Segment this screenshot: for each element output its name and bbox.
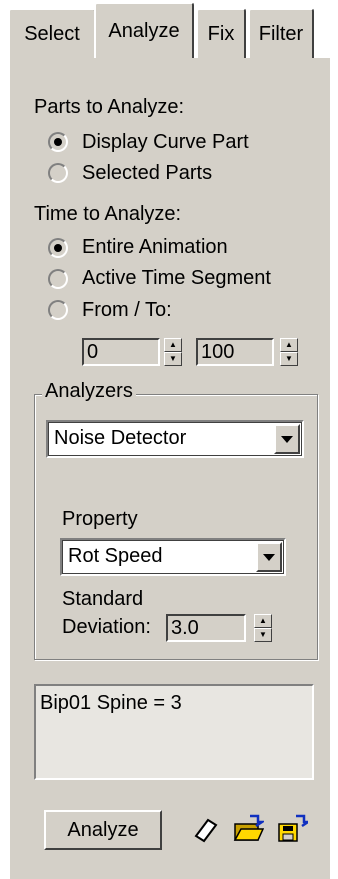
spinner-down-icon[interactable]: ▼	[280, 352, 298, 366]
to-spinner[interactable]: ▲ ▼	[280, 338, 298, 366]
radio-selected-dot	[54, 138, 62, 146]
radio-entire-animation[interactable]	[48, 238, 68, 258]
analyze-panel: Select Analyze Fix Filter Parts to Analy…	[0, 0, 338, 879]
spinner-down-icon[interactable]: ▼	[164, 352, 182, 366]
property-dropdown-value: Rot Speed	[68, 545, 163, 567]
spinner-up-icon[interactable]: ▲	[254, 614, 272, 628]
parts-heading: Parts to Analyze:	[34, 96, 185, 118]
spinner-up-icon[interactable]: ▲	[164, 338, 182, 352]
radio-entire-animation-label: Entire Animation	[82, 236, 228, 258]
radio-from-to-label: From / To:	[82, 299, 172, 321]
radio-display-curve-part-label: Display Curve Part	[82, 131, 249, 153]
spinner-down-icon[interactable]: ▼	[254, 628, 272, 642]
tab-select-label: Select	[24, 22, 80, 45]
tab-analyze[interactable]: Analyze	[94, 2, 194, 58]
std-deviation-label-line1: Standard	[62, 588, 144, 610]
tab-fix-label: Fix	[207, 22, 235, 45]
time-heading: Time to Analyze:	[34, 203, 182, 225]
radio-active-time-segment[interactable]	[48, 269, 68, 289]
radio-selected-parts[interactable]	[48, 163, 68, 183]
analyzer-dropdown[interactable]: Noise Detector	[46, 420, 304, 458]
tab-select[interactable]: Select	[8, 8, 96, 58]
spinner-up-icon[interactable]: ▲	[280, 338, 298, 352]
analyzer-dropdown-value: Noise Detector	[54, 427, 187, 449]
std-deviation-field[interactable]: 3.0	[166, 614, 246, 642]
list-item[interactable]: Bip01 Spine = 3	[40, 692, 308, 715]
results-listbox[interactable]: Bip01 Spine = 3	[34, 684, 314, 780]
radio-from-to[interactable]	[48, 300, 68, 320]
from-spinner[interactable]: ▲ ▼	[164, 338, 182, 366]
property-dropdown[interactable]: Rot Speed	[60, 538, 286, 576]
eraser-icon[interactable]	[190, 814, 220, 844]
save-icon[interactable]	[276, 812, 313, 842]
analyzers-title: Analyzers	[42, 380, 136, 403]
analyze-button-label: Analyze	[67, 818, 139, 841]
tab-fix[interactable]: Fix	[196, 8, 246, 58]
open-folder-icon[interactable]	[232, 812, 267, 842]
to-field[interactable]: 100	[196, 338, 274, 366]
radio-display-curve-part[interactable]	[48, 132, 68, 152]
from-field[interactable]: 0	[82, 338, 160, 366]
radio-selected-dot	[54, 244, 62, 252]
radio-selected-parts-label: Selected Parts	[82, 162, 213, 184]
std-deviation-label-line2: Deviation:	[62, 616, 151, 638]
analyze-button[interactable]: Analyze	[44, 810, 162, 850]
property-label: Property	[62, 508, 138, 530]
radio-active-time-segment-label: Active Time Segment	[82, 267, 271, 289]
std-deviation-spinner[interactable]: ▲ ▼	[254, 614, 272, 642]
chevron-down-icon[interactable]	[256, 542, 282, 572]
tab-analyze-label: Analyze	[108, 19, 180, 42]
tab-filter[interactable]: Filter	[248, 8, 314, 58]
chevron-down-icon[interactable]	[274, 424, 300, 454]
tab-filter-label: Filter	[258, 22, 304, 45]
